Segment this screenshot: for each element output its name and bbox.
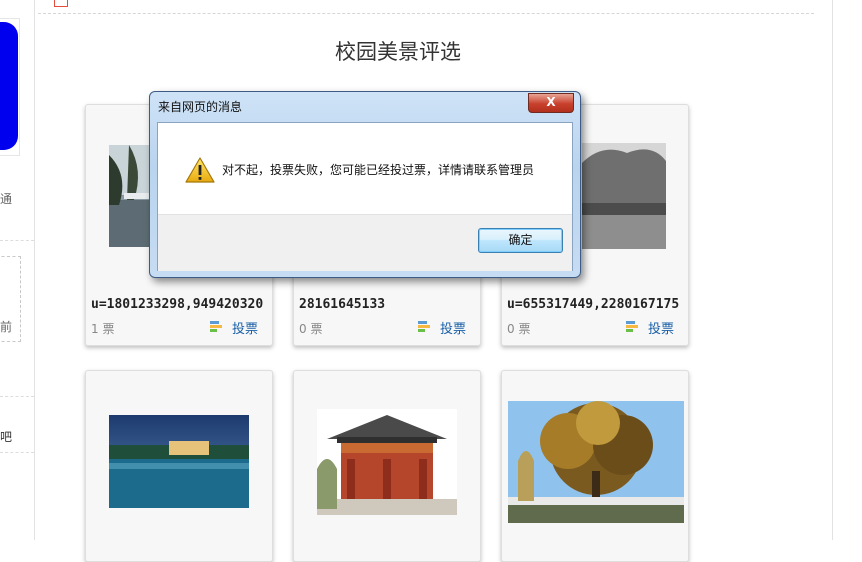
photo-caption: 28161645133 [299,297,386,312]
close-icon: X [546,95,556,109]
vote-count: 1 票 [91,322,115,336]
dialog-message: 对不起，投票失败，您可能已经投过票，详情请联系管理员 [222,163,535,177]
alert-dialog: 来自网页的消息 X 对不起，投票失败，您可能已经投过票，详情请联系管理员 确定 [149,91,581,278]
left-sidebar: 通 前 吧 [0,0,35,540]
bar-chart-icon [210,321,224,334]
dialog-title: 来自网页的消息 [158,100,243,114]
dialog-message-area: 对不起，投票失败，您可能已经投过票，详情请联系管理员 [158,123,572,214]
dialog-body: 对不起，投票失败，您可能已经投过票，详情请联系管理员 确定 [157,122,573,271]
sidebar-divider [0,396,34,397]
sidebar-text-3[interactable]: 吧 [0,428,12,445]
breadcrumb [54,0,72,8]
home-icon[interactable] [54,0,68,7]
photo-card [85,370,273,562]
vote-button-label: 投票 [232,322,259,337]
vote-count: 0 票 [299,322,323,336]
sidebar-text-1: 通 [0,192,13,206]
ok-button[interactable]: 确定 [478,228,563,253]
sidebar-text-2: 前 [0,320,13,334]
vote-button[interactable]: 投票 [626,318,674,337]
page-title: 校园美景评选 [335,40,461,64]
photo-thumbnail[interactable] [109,415,249,508]
vote-button-label: 投票 [648,322,675,337]
sidebar-divider [0,240,34,241]
vote-button[interactable]: 投票 [418,318,466,337]
bar-chart-icon [418,321,432,334]
dialog-button-bar: 确定 [158,214,572,271]
photo-caption: u=655317449,2280167175 [507,297,680,312]
warning-icon [185,157,215,183]
content-right-border [832,0,833,540]
photo-card [501,370,689,562]
dialog-close-button[interactable]: X [528,93,574,113]
photo-caption: u=1801233298,949420320 [91,297,264,312]
photo-thumbnail[interactable] [508,401,684,523]
vote-count: 0 票 [507,322,531,336]
bar-chart-icon [626,321,640,334]
vote-button[interactable]: 投票 [210,318,258,337]
photo-thumbnail[interactable] [317,409,457,515]
header-divider [38,13,814,14]
vote-button-label: 投票 [440,322,467,337]
photo-thumbnail[interactable] [582,143,666,249]
sidebar-divider [0,452,34,453]
photo-card [293,370,481,562]
